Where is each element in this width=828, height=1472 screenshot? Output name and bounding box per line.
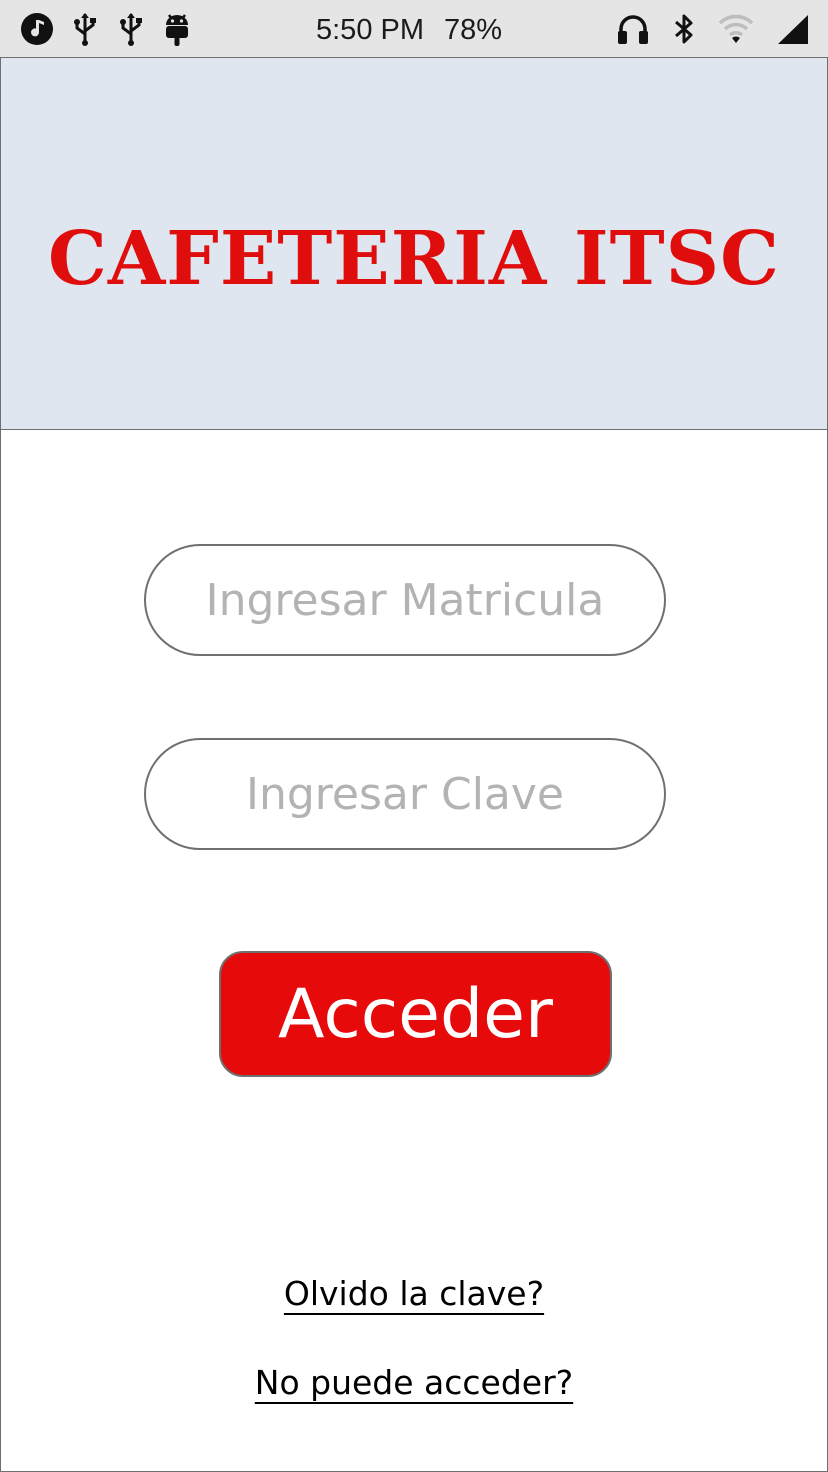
wifi-icon — [718, 13, 754, 45]
cannot-access-row: No puede acceder? — [1, 1363, 827, 1402]
status-left-icons — [20, 12, 192, 46]
login-screen: CAFETERIA ITSC Acceder Olvido la clave? … — [0, 57, 828, 1472]
signal-icon — [776, 13, 810, 45]
cannot-access-link[interactable]: No puede acceder? — [255, 1363, 573, 1402]
headphones-icon — [616, 13, 650, 45]
matricula-input[interactable] — [146, 546, 664, 654]
clave-field — [144, 738, 666, 850]
status-time: 5:50 PM — [316, 13, 424, 46]
matricula-field — [144, 544, 666, 656]
acceder-button[interactable]: Acceder — [219, 951, 612, 1077]
header-banner: CAFETERIA ITSC — [1, 58, 827, 430]
status-bar: 5:50 PM 78% — [0, 0, 828, 57]
clave-input[interactable] — [146, 740, 664, 848]
music-note-icon — [20, 12, 54, 46]
usb-icon — [70, 12, 100, 46]
status-battery: 78% — [444, 13, 503, 46]
app-title: CAFETERIA ITSC — [47, 216, 781, 302]
status-right-icons — [616, 12, 810, 46]
forgot-password-row: Olvido la clave? — [1, 1274, 827, 1313]
android-icon — [162, 11, 192, 47]
usb-icon — [116, 12, 146, 46]
forgot-password-link[interactable]: Olvido la clave? — [284, 1274, 544, 1313]
status-center: 5:50 PM 78% — [316, 10, 502, 50]
bluetooth-icon — [672, 12, 696, 46]
